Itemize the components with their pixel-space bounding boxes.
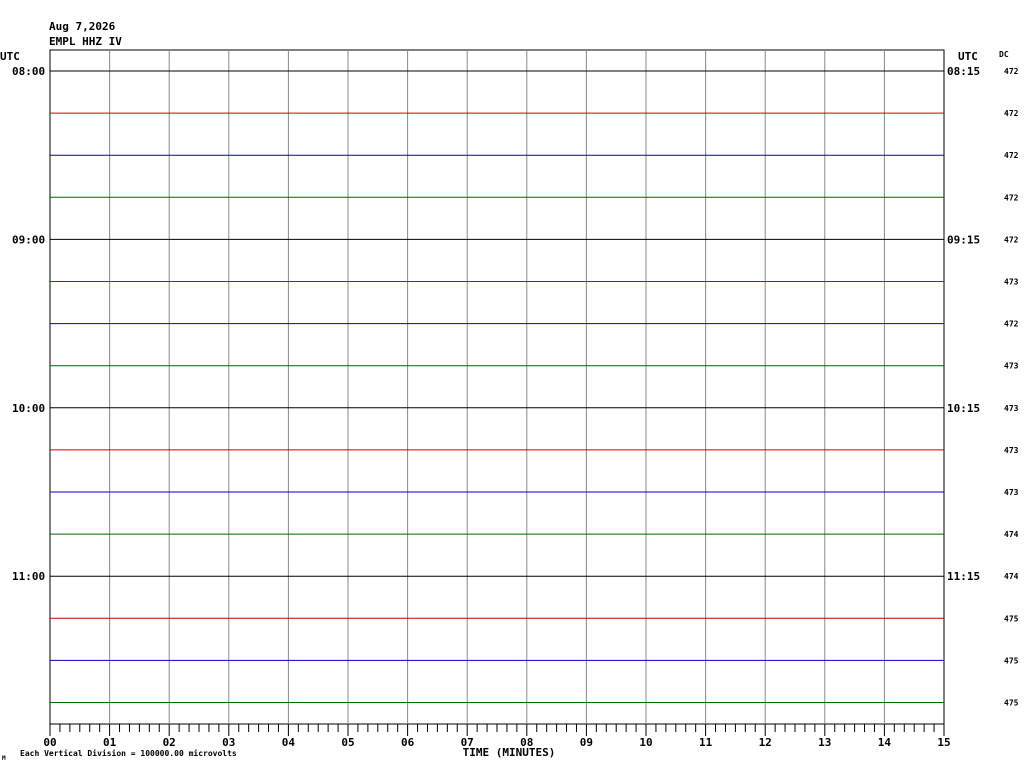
hour-label-right: 09:15 — [947, 233, 980, 246]
dc-value: 474 — [1004, 530, 1019, 539]
x-tick-label: 12 — [759, 736, 772, 749]
trace-lines — [50, 70, 944, 703]
hour-label-right: 08:15 — [947, 65, 980, 78]
hour-label-left: 09:00 — [12, 233, 45, 246]
hour-label-left: 10:00 — [12, 402, 45, 415]
scale-note: Each Vertical Division = 100000.00 micro… — [20, 748, 237, 758]
x-tick-label: 14 — [878, 736, 892, 749]
plot-border — [49, 49, 945, 725]
grid — [49, 49, 945, 725]
dc-value: 472 — [1004, 235, 1019, 244]
dc-value: 472 — [1004, 67, 1019, 76]
hour-label-right: 11:15 — [947, 570, 980, 583]
dc-value: 475 — [1004, 656, 1019, 665]
utc-right-label: UTC — [958, 50, 978, 63]
x-tick-label: 02 — [163, 736, 176, 749]
helicorder-plot: Aug 7,2026 EMPL HHZ IV UTC UTC DC 08:000… — [0, 20, 1019, 762]
dc-value: 475 — [1004, 699, 1019, 708]
dc-value: 475 — [1004, 614, 1019, 623]
x-tick-label: 10 — [639, 736, 652, 749]
x-tick-label: 05 — [341, 736, 354, 749]
x-tick-label: 04 — [282, 736, 296, 749]
x-tick-label: 06 — [401, 736, 415, 749]
x-tick-label: 13 — [818, 736, 831, 749]
station-label: EMPL HHZ IV — [49, 35, 122, 48]
dc-value: 472 — [1004, 109, 1019, 118]
x-axis-title: TIME (MINUTES) — [463, 746, 556, 759]
x-tick-label: 09 — [580, 736, 593, 749]
x-tick-label: 00 — [43, 736, 56, 749]
dc-value: 473 — [1004, 278, 1019, 287]
footer-mark: M — [2, 755, 6, 762]
dc-value: 473 — [1004, 488, 1019, 497]
dc-value: 474 — [1004, 572, 1019, 581]
hour-label-left: 11:00 — [12, 570, 45, 583]
left-hour-labels: 08:00 09:00 10:00 11:00 — [12, 65, 45, 583]
dc-value: 473 — [1004, 404, 1019, 413]
utc-left-label: UTC — [0, 50, 20, 63]
dc-value: 473 — [1004, 446, 1019, 455]
x-tick-label: 01 — [103, 736, 117, 749]
dc-value: 473 — [1004, 362, 1019, 371]
right-hour-labels: 08:15 09:15 10:15 11:15 — [947, 65, 980, 583]
x-tick-label: 03 — [222, 736, 235, 749]
x-tick-label: 15 — [937, 736, 950, 749]
dc-value: 472 — [1004, 151, 1019, 160]
dc-value: 472 — [1004, 320, 1019, 329]
date-label: Aug 7,2026 — [49, 20, 116, 33]
dc-header-label: DC — [999, 50, 1009, 59]
hour-label-right: 10:15 — [947, 402, 980, 415]
hour-label-left: 08:00 — [12, 65, 45, 78]
dc-value-labels: 472 472 472 472 472 473 472 473 473 473 473 474 474 4… — [1004, 67, 1019, 708]
dc-value: 472 — [1004, 193, 1019, 202]
x-tick-label: 11 — [699, 736, 713, 749]
